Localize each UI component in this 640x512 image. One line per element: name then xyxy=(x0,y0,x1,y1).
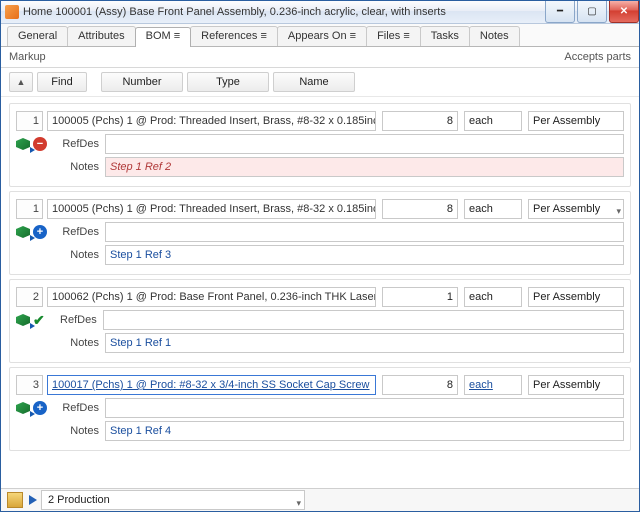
notes-label: Notes xyxy=(53,249,99,261)
component-icon[interactable] xyxy=(16,402,30,414)
row-icons: + xyxy=(16,225,47,239)
close-button[interactable]: ✕ xyxy=(609,1,639,23)
bom-row[interactable]: 1100005 (Pchs) 1 @ Prod: Threaded Insert… xyxy=(9,103,631,187)
accepts-parts-label: Accepts parts xyxy=(564,51,631,63)
unit-field[interactable]: each xyxy=(464,111,522,131)
col-name[interactable]: Name xyxy=(273,72,355,92)
chevron-down-icon: ▾ xyxy=(296,494,301,512)
notes-label: Notes xyxy=(53,425,99,437)
refdes-label: RefDes xyxy=(51,314,97,326)
find-button[interactable]: Find xyxy=(37,72,87,92)
chevron-up-icon: ▲ xyxy=(17,77,26,87)
notes-field[interactable]: Step 1 Ref 4 xyxy=(105,421,624,441)
row-index: 2 xyxy=(16,287,43,307)
col-type[interactable]: Type xyxy=(187,72,269,92)
component-icon[interactable] xyxy=(16,226,30,238)
row-icons: ✔ xyxy=(16,312,45,329)
part-field[interactable]: 100005 (Pchs) 1 @ Prod: Threaded Insert,… xyxy=(47,111,376,131)
unit-field[interactable]: each xyxy=(464,287,522,307)
tab-general[interactable]: General xyxy=(7,26,68,46)
status-text: 2 Production xyxy=(48,494,110,506)
refdes-field[interactable] xyxy=(105,398,624,418)
col-number[interactable]: Number xyxy=(101,72,183,92)
window-buttons: ━ ▢ ✕ xyxy=(543,1,639,23)
notes-field[interactable]: Step 1 Ref 3 xyxy=(105,245,624,265)
part-field[interactable]: 100017 (Pchs) 1 @ Prod: #8-32 x 3/4-inch… xyxy=(47,375,376,395)
row-icons: − xyxy=(16,137,47,151)
bom-row[interactable]: 1100005 (Pchs) 1 @ Prod: Threaded Insert… xyxy=(9,191,631,275)
row-index: 1 xyxy=(16,111,43,131)
unit-field[interactable]: each xyxy=(464,199,522,219)
per-field[interactable]: Per Assembly▾ xyxy=(528,199,624,219)
status-bar: 2 Production ▾ xyxy=(1,488,639,511)
tab-references[interactable]: References ≡ xyxy=(190,26,278,46)
bom-rows-container: 1100005 (Pchs) 1 @ Prod: Threaded Insert… xyxy=(1,97,639,488)
tab-attributes[interactable]: Attributes xyxy=(67,26,135,46)
quantity-field[interactable]: 8 xyxy=(382,111,458,131)
add-icon[interactable]: + xyxy=(33,401,47,415)
bom-row[interactable]: 2100062 (Pchs) 1 @ Prod: Base Front Pane… xyxy=(9,279,631,363)
part-field[interactable]: 100005 (Pchs) 1 @ Prod: Threaded Insert,… xyxy=(47,199,376,219)
remove-icon[interactable]: − xyxy=(33,137,47,151)
maximize-button[interactable]: ▢ xyxy=(577,1,607,23)
column-header-row: ▲ Find Number Type Name xyxy=(1,68,639,97)
chevron-down-icon: ▾ xyxy=(616,202,621,220)
window-title: Home 100001 (Assy) Base Front Panel Asse… xyxy=(23,6,543,18)
row-icons: + xyxy=(16,401,47,415)
quantity-field[interactable]: 1 xyxy=(382,287,458,307)
bom-row[interactable]: 3100017 (Pchs) 1 @ Prod: #8-32 x 3/4-inc… xyxy=(9,367,631,451)
refdes-field[interactable] xyxy=(103,310,624,330)
refdes-label: RefDes xyxy=(53,226,99,238)
notes-field[interactable]: Step 1 Ref 1 xyxy=(105,333,624,353)
minimize-icon: ━ xyxy=(557,6,563,17)
add-icon[interactable]: + xyxy=(33,225,47,239)
status-dropdown[interactable]: 2 Production ▾ xyxy=(41,490,305,510)
row-index: 1 xyxy=(16,199,43,219)
title-bar: Home 100001 (Assy) Base Front Panel Asse… xyxy=(1,1,639,24)
per-field[interactable]: Per Assembly xyxy=(528,111,624,131)
tab-files[interactable]: Files ≡ xyxy=(366,26,421,46)
close-icon: ✕ xyxy=(620,6,628,17)
minimize-button[interactable]: ━ xyxy=(545,1,575,23)
refdes-label: RefDes xyxy=(53,138,99,150)
component-icon[interactable] xyxy=(16,138,30,150)
sub-toolbar: Markup Accepts parts xyxy=(1,47,639,68)
quantity-field[interactable]: 8 xyxy=(382,375,458,395)
notes-label: Notes xyxy=(53,161,99,173)
part-field[interactable]: 100062 (Pchs) 1 @ Prod: Base Front Panel… xyxy=(47,287,376,307)
quantity-field[interactable]: 8 xyxy=(382,199,458,219)
tab-notes[interactable]: Notes xyxy=(469,26,520,46)
unit-field[interactable]: each xyxy=(464,375,522,395)
sort-button[interactable]: ▲ xyxy=(9,72,33,92)
app-icon xyxy=(5,5,19,19)
per-field[interactable]: Per Assembly xyxy=(528,375,624,395)
markup-label[interactable]: Markup xyxy=(9,51,46,63)
tab-appearson[interactable]: Appears On ≡ xyxy=(277,26,367,46)
refdes-label: RefDes xyxy=(53,402,99,414)
app-window: Home 100001 (Assy) Base Front Panel Asse… xyxy=(0,0,640,512)
tab-tasks[interactable]: Tasks xyxy=(420,26,470,46)
maximize-icon: ▢ xyxy=(587,6,596,17)
play-icon[interactable] xyxy=(29,495,37,505)
lock-icon[interactable] xyxy=(7,492,23,508)
tab-bar: GeneralAttributesBOM ≡References ≡Appear… xyxy=(1,24,639,47)
tab-bom[interactable]: BOM ≡ xyxy=(135,27,192,47)
notes-field[interactable]: Step 1 Ref 2 xyxy=(105,157,624,177)
component-icon[interactable] xyxy=(16,314,30,326)
notes-label: Notes xyxy=(53,337,99,349)
refdes-field[interactable] xyxy=(105,222,624,242)
refdes-field[interactable] xyxy=(105,134,624,154)
row-index: 3 xyxy=(16,375,43,395)
per-field[interactable]: Per Assembly xyxy=(528,287,624,307)
